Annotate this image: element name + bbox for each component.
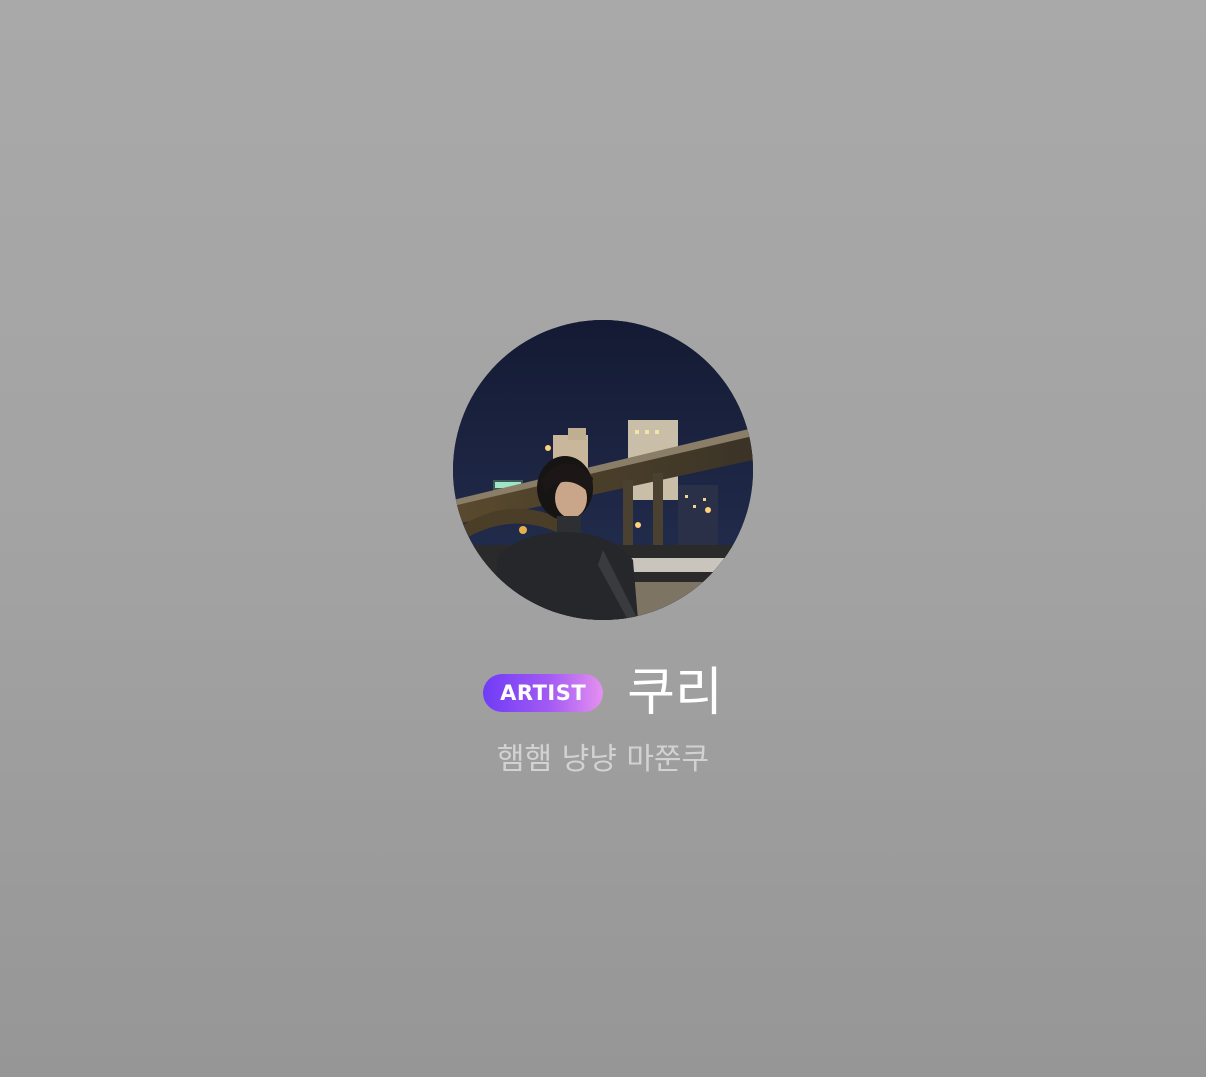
profile-avatar[interactable] [453,320,753,620]
artist-badge: ARTIST [483,674,604,712]
name-row: ARTIST 쿠리 [0,660,1206,726]
artist-name: 쿠리 [627,663,723,723]
profile-photo-icon [453,320,753,620]
profile-bio: 햄햄 냥냥 마쭌쿠 [496,742,710,777]
artist-profile-card: ARTIST 쿠리 햄햄 냥냥 마쭌쿠 [0,0,1206,1077]
